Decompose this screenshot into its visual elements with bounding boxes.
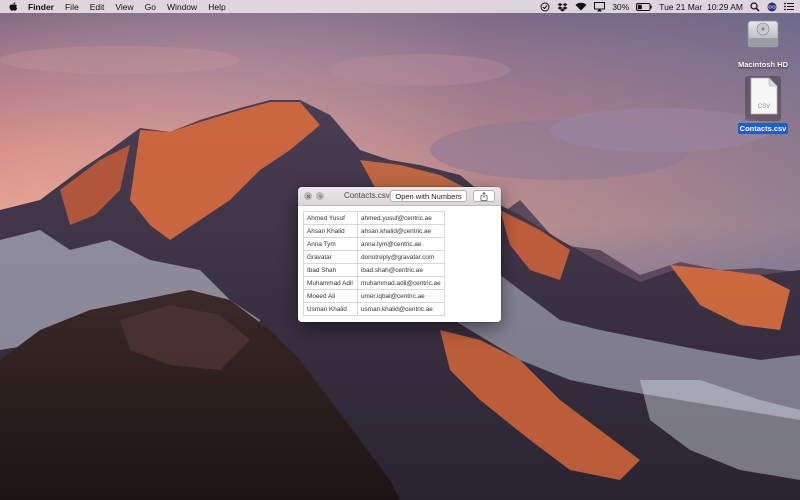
contact-name-cell: Ibad Shah [303, 263, 358, 277]
vpn-check-icon[interactable] [540, 1, 550, 12]
contact-name-cell: Moeed Ali [303, 289, 358, 303]
share-icon [480, 191, 488, 201]
contact-name-cell: Muhammad Adil [303, 276, 358, 290]
contact-email-cell: ahsan.khalid@centric.ae [357, 224, 445, 238]
open-with-numbers-button[interactable]: Open with Numbers [390, 190, 467, 202]
battery-percent[interactable]: 30% [612, 2, 629, 12]
menu-app-finder[interactable]: Finder [28, 2, 54, 12]
share-button[interactable] [473, 190, 495, 202]
notification-center-icon[interactable] [784, 1, 794, 12]
contact-name-cell: Anna Tym [303, 237, 358, 251]
menu-help[interactable]: Help [208, 2, 225, 12]
desktop-item-label: Macintosh HD [737, 60, 788, 69]
menu-edit[interactable]: Edit [90, 2, 105, 12]
contact-email-cell: anna.tym@centric.ae [357, 237, 445, 251]
contact-email-cell: muhammad.adil@centric.ae [357, 276, 445, 290]
contacts-table: Ahmed Yusuf ahmed.yusuf@centric.ae Ahsan K… [303, 211, 445, 316]
contact-name-cell: Ahmed Yusuf [303, 211, 358, 225]
battery-icon[interactable] [636, 1, 652, 12]
desktop-item-label: Contacts.csv [737, 123, 789, 134]
quicklook-window: Contacts.csv Open with Numbers Ahmed Yus… [298, 187, 501, 322]
contact-name-cell: Gravatar [303, 250, 358, 264]
menu-file[interactable]: File [65, 2, 79, 12]
quicklook-content: Ahmed Yusuf ahmed.yusuf@centric.ae Ahsan K… [298, 206, 501, 322]
fullscreen-button[interactable] [316, 192, 324, 200]
close-button[interactable] [304, 192, 312, 200]
wifi-icon[interactable] [575, 1, 587, 12]
table-row: Anna Tym anna.tym@centric.ae [303, 237, 445, 251]
table-row: Ahsan Khalid ahsan.khalid@centric.ae [303, 224, 445, 238]
menu-go[interactable]: Go [145, 2, 156, 12]
table-row: Ibad Shah ibad.shah@centric.ae [303, 263, 445, 277]
menu-window[interactable]: Window [167, 2, 197, 12]
siri-icon[interactable] [767, 1, 777, 12]
menu-view[interactable]: View [115, 2, 133, 12]
quicklook-titlebar[interactable]: Contacts.csv Open with Numbers [298, 187, 501, 206]
contact-email-cell: ahmed.yusuf@centric.ae [357, 211, 445, 225]
quicklook-title: Contacts.csv [344, 191, 390, 200]
contact-name-cell: Usman Khalid [303, 302, 358, 316]
table-row: Ahmed Yusuf ahmed.yusuf@centric.ae [303, 211, 445, 225]
contact-email-cell: donotreply@gravatar.com [357, 250, 445, 264]
contact-name-cell: Ahsan Khalid [303, 224, 358, 238]
table-row: Gravatar donotreply@gravatar.com [303, 250, 445, 264]
table-row: Usman Khalid usman.khalid@centric.ae [303, 302, 445, 316]
fullscreen-icon [318, 194, 322, 198]
desktop-item-contacts-csv[interactable]: CSV Contacts.csv [728, 76, 798, 134]
svg-text:CSV: CSV [758, 104, 770, 110]
spotlight-icon[interactable] [750, 1, 760, 12]
dropbox-icon[interactable] [557, 1, 568, 12]
contact-email-cell: ibad.shah@centric.ae [357, 263, 445, 277]
airplay-icon[interactable] [594, 1, 606, 12]
menu-bar: Finder File Edit View Go Window Help 30%… [0, 0, 800, 13]
apple-icon[interactable] [8, 1, 18, 12]
contact-email-cell: usman.khalid@centric.ae [357, 302, 445, 316]
close-icon [305, 193, 311, 199]
csv-file-icon: CSV [745, 76, 781, 121]
clock[interactable]: Tue 21 Mar 10:29 AM [659, 2, 743, 12]
desktop-item-macintosh-hd[interactable]: Macintosh HD [728, 16, 798, 70]
table-row: Moeed Ali umer.iqbal@centric.ae [303, 289, 445, 303]
table-row: Muhammad Adil muhammad.adil@centric.ae [303, 276, 445, 290]
contact-email-cell: umer.iqbal@centric.ae [357, 289, 445, 303]
hard-drive-icon [746, 16, 780, 57]
